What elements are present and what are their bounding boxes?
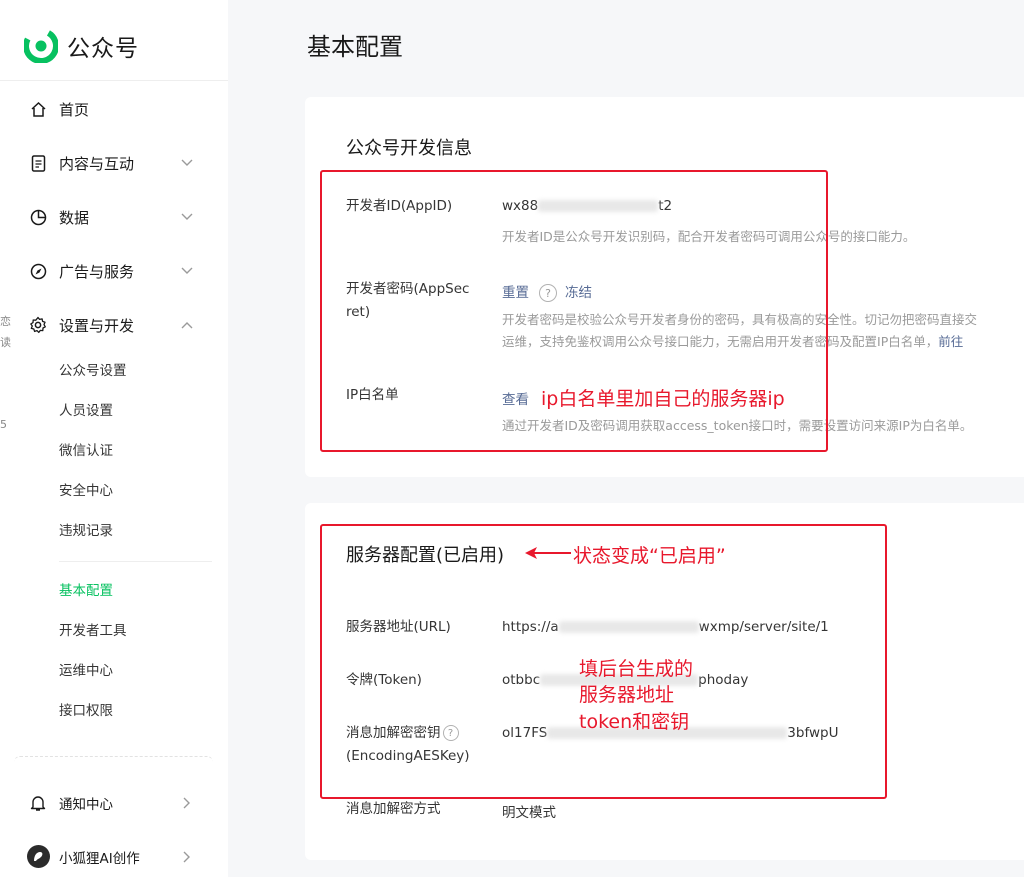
edge-fragment: 恋 <box>0 315 11 328</box>
wechat-official-logo-icon <box>24 29 58 63</box>
sub-item-account-settings[interactable]: 公众号设置 <box>59 359 127 383</box>
sub-item-dev-tools[interactable]: 开发者工具 <box>59 619 127 643</box>
divider <box>0 80 228 81</box>
nav-label: 设置与开发 <box>59 316 135 335</box>
pie-chart-icon <box>29 208 47 226</box>
nav-item-notifications[interactable]: 通知中心 <box>0 783 228 823</box>
app-name: 公众号 <box>67 36 139 62</box>
sub-item-basic-config[interactable]: 基本配置 <box>59 579 113 603</box>
nav-label: 通知中心 <box>59 797 113 813</box>
user-name: 小狐狸AI创作 <box>59 851 140 867</box>
home-icon <box>29 100 47 118</box>
chevron-down-icon <box>180 156 194 170</box>
nav-item-home[interactable]: 首页 <box>0 89 228 129</box>
encryption-mode-value: 明文模式 <box>502 805 556 821</box>
app-logo[interactable]: 公众号 <box>24 26 139 66</box>
annotation-arrow-icon <box>525 547 571 559</box>
sub-item-staff-settings[interactable]: 人员设置 <box>59 399 113 423</box>
chevron-right-icon <box>180 796 194 810</box>
nav-item-settings[interactable]: 设置与开发 <box>0 305 228 345</box>
avatar[interactable] <box>27 845 50 868</box>
nav-label: 内容与互动 <box>59 154 135 173</box>
nav-item-content[interactable]: 内容与互动 <box>0 143 228 183</box>
sub-item-api-permissions[interactable]: 接口权限 <box>59 699 113 723</box>
sub-item-security-center[interactable]: 安全中心 <box>59 479 113 503</box>
annotation-fill-note-line3: token和密钥 <box>579 711 690 733</box>
nav-label: 广告与服务 <box>59 262 135 281</box>
annotation-status-note: 状态变成“已启用” <box>573 545 726 567</box>
sidebar: 公众号 首页 内容与互动 数据 广告与服务 设置与开发 公众号设置 人员设置 微… <box>0 0 228 877</box>
bell-icon <box>29 794 47 812</box>
sub-item-wechat-verify[interactable]: 微信认证 <box>59 439 113 463</box>
document-icon <box>29 154 47 172</box>
nav-label: 数据 <box>59 208 90 227</box>
nav-item-data[interactable]: 数据 <box>0 197 228 237</box>
goto-link[interactable]: 前往 <box>938 334 963 349</box>
annotation-fill-note-line2: 服务器地址 <box>579 684 675 706</box>
divider <box>14 756 213 762</box>
chevron-down-icon <box>180 264 194 278</box>
edge-fragment: 5 <box>0 418 7 431</box>
encryption-mode-label: 消息加解密方式 <box>346 801 441 817</box>
nav-item-ads[interactable]: 广告与服务 <box>0 251 228 291</box>
chevron-right-icon <box>180 850 194 864</box>
annotation-ip-note: ip白名单里加自己的服务器ip <box>541 388 785 410</box>
sub-item-violation-records[interactable]: 违规记录 <box>59 519 113 543</box>
edge-fragment: 读 <box>0 336 11 349</box>
annotation-fill-note-line1: 填后台生成的 <box>579 658 694 680</box>
section-title-dev-info: 公众号开发信息 <box>346 138 472 159</box>
divider <box>59 561 212 562</box>
sub-item-ops-center[interactable]: 运维中心 <box>59 659 113 683</box>
gear-icon <box>29 316 47 334</box>
chevron-up-icon <box>180 318 194 332</box>
compass-icon <box>29 262 47 280</box>
page-title: 基本配置 <box>307 33 403 61</box>
nav-label: 首页 <box>59 100 90 119</box>
chevron-down-icon <box>180 210 194 224</box>
